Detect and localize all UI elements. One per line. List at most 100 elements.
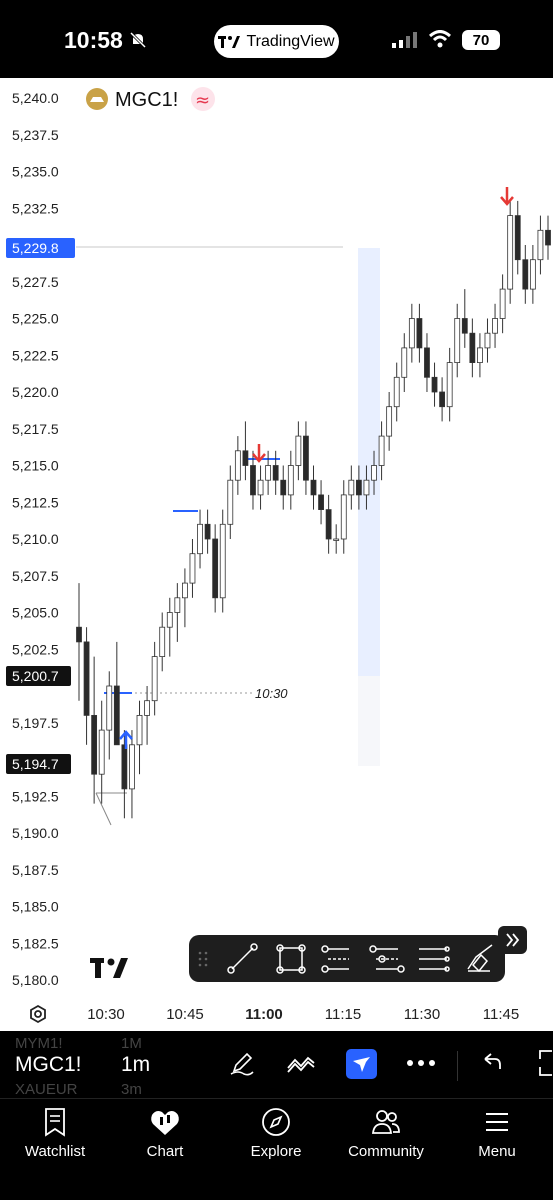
- price-chart[interactable]: 10:30 5,240.0 5,237.5 5,235.0 5,232.5 5,227.…: [0, 78, 553, 1031]
- candle: [212, 524, 219, 613]
- candle: [197, 509, 203, 569]
- candle: [477, 333, 483, 378]
- candle: [242, 421, 249, 481]
- current-price-label: 5,229.8: [12, 240, 59, 256]
- candle: [484, 318, 491, 363]
- bottom-nav: Watchlist Chart Explore Community Menu: [0, 1098, 553, 1201]
- parallel-channel-icon[interactable]: [321, 945, 349, 973]
- candle: [499, 274, 506, 334]
- svg-text:≈: ≈: [195, 90, 210, 111]
- marker-high-label: 5,200.7: [12, 668, 59, 684]
- price-tick-label: 5,237.5: [12, 127, 59, 143]
- candle: [439, 377, 445, 422]
- candle: [129, 730, 135, 819]
- candle: [469, 318, 476, 378]
- price-tick-label: 5,197.5: [12, 715, 59, 731]
- community-icon: [371, 1110, 400, 1134]
- price-axis: 5,240.0 5,237.5 5,235.0 5,232.5 5,227.5 5,225…: [12, 90, 59, 988]
- watchlist-icon: [45, 1108, 65, 1137]
- drag-handle-icon[interactable]: [198, 951, 208, 967]
- time-tick-label: 11:45: [483, 1006, 519, 1023]
- candle: [113, 641, 120, 746]
- ghost-symbol: MYM1!: [15, 1035, 63, 1052]
- pencil-icon[interactable]: [228, 1049, 256, 1077]
- nav-label: Explore: [250, 1143, 302, 1160]
- candle: [303, 421, 309, 495]
- nav-label: Menu: [478, 1143, 516, 1160]
- price-tick-label: 5,210.0: [12, 531, 59, 547]
- candle: [106, 671, 113, 760]
- gear-icon[interactable]: [30, 1004, 46, 1024]
- ghost-symbol: XAUEUR: [15, 1081, 78, 1098]
- candle: [166, 597, 173, 657]
- trend-line-icon[interactable]: [227, 943, 258, 974]
- candle: [265, 450, 272, 495]
- candle: [310, 465, 317, 510]
- price-tick-label: 5,207.5: [12, 568, 59, 584]
- brush-icon[interactable]: [467, 944, 493, 973]
- battery-indicator: 70: [462, 30, 500, 50]
- price-tick-label: 5,202.5: [12, 641, 59, 657]
- tradingview-pill[interactable]: TradingView: [214, 25, 339, 58]
- candle: [492, 303, 498, 348]
- time-tick-label: 11:30: [404, 1006, 440, 1023]
- candle: [98, 700, 105, 804]
- chart-icon: [151, 1111, 179, 1135]
- trading-panel-icon: [353, 1057, 370, 1072]
- candle: [287, 450, 294, 510]
- nav-community[interactable]: Community: [331, 1107, 441, 1160]
- chart-symbol: MGC1!: [115, 89, 178, 111]
- session-highlight: [358, 248, 380, 676]
- fullscreen-icon[interactable]: [536, 1049, 553, 1077]
- candle: [393, 362, 400, 422]
- arrow-down-icon: [500, 187, 514, 206]
- undo-icon[interactable]: [481, 1051, 503, 1073]
- time-tick-label: 10:30: [87, 1006, 125, 1023]
- nav-chart[interactable]: Chart: [110, 1107, 220, 1160]
- price-tick-label: 5,217.5: [12, 421, 59, 437]
- indicators-icon[interactable]: [286, 1049, 316, 1077]
- trading-panel-button[interactable]: [346, 1049, 377, 1079]
- candle: [219, 509, 226, 613]
- time-axis: 10:30 10:45 11:00 11:15 11:30 11:45: [87, 1006, 519, 1023]
- marker-low-label: 5,194.7: [12, 756, 59, 772]
- candle: [257, 465, 264, 510]
- bell-off-icon: [129, 31, 147, 49]
- nav-explore[interactable]: Explore: [221, 1107, 331, 1160]
- price-tick-label: 5,180.0: [12, 972, 59, 988]
- tradingview-watermark-icon: [90, 958, 128, 978]
- symbol-selector[interactable]: MGC1!: [15, 1053, 82, 1077]
- candle: [416, 303, 423, 363]
- rectangle-icon[interactable]: [276, 944, 306, 974]
- nav-menu[interactable]: Menu: [442, 1107, 552, 1160]
- compass-icon: [262, 1108, 290, 1136]
- candle: [144, 686, 150, 745]
- candle: [76, 583, 82, 701]
- menu-icon: [486, 1113, 508, 1131]
- candle: [280, 465, 287, 510]
- more-icon[interactable]: [406, 1059, 436, 1067]
- price-tick-label: 5,182.5: [12, 935, 59, 951]
- candle: [234, 436, 241, 495]
- timeframe-selector[interactable]: 1m: [121, 1053, 150, 1077]
- candle: [227, 465, 234, 539]
- candle: [348, 465, 355, 510]
- price-tick-label: 5,205.0: [12, 605, 59, 621]
- nav-watchlist[interactable]: Watchlist: [0, 1107, 110, 1160]
- pill-label: TradingView: [246, 32, 335, 50]
- candle: [272, 450, 279, 495]
- candle: [537, 215, 544, 275]
- regression-icon[interactable]: [369, 945, 405, 973]
- horizontal-lines-icon[interactable]: [419, 946, 450, 972]
- expand-toolbar-button[interactable]: [498, 926, 527, 954]
- candle: [401, 333, 408, 392]
- candle: [159, 612, 166, 672]
- candle: [424, 333, 430, 392]
- candle: [454, 303, 461, 378]
- session-highlight-lower: [358, 676, 380, 766]
- time-tick-label: 10:45: [166, 1006, 204, 1023]
- price-tick-label: 5,215.0: [12, 458, 59, 474]
- candle: [408, 303, 415, 363]
- signal-icon: [392, 32, 417, 48]
- candle: [522, 245, 529, 304]
